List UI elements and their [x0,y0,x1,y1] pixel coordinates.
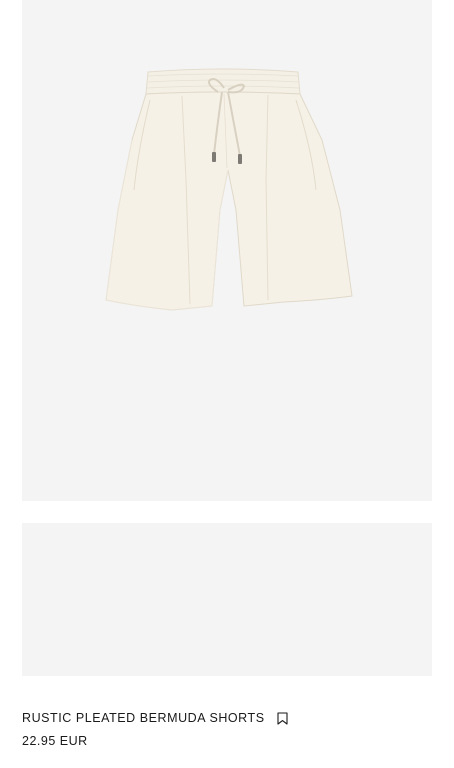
shorts-illustration [105,68,353,311]
save-button[interactable] [276,710,290,726]
bookmark-icon [277,711,288,725]
price-currency: EUR [59,734,88,748]
product-name[interactable]: RUSTIC PLEATED BERMUDA SHORTS [22,711,265,725]
product-secondary-image[interactable] [22,523,432,676]
price-amount: 22.95 [22,734,56,748]
price: 22.95 EUR [22,734,432,748]
product-main-image[interactable] [22,0,432,501]
product-info: RUSTIC PLEATED BERMUDA SHORTS 22.95 EUR [22,708,432,748]
product-title-row: RUSTIC PLEATED BERMUDA SHORTS [22,708,432,728]
